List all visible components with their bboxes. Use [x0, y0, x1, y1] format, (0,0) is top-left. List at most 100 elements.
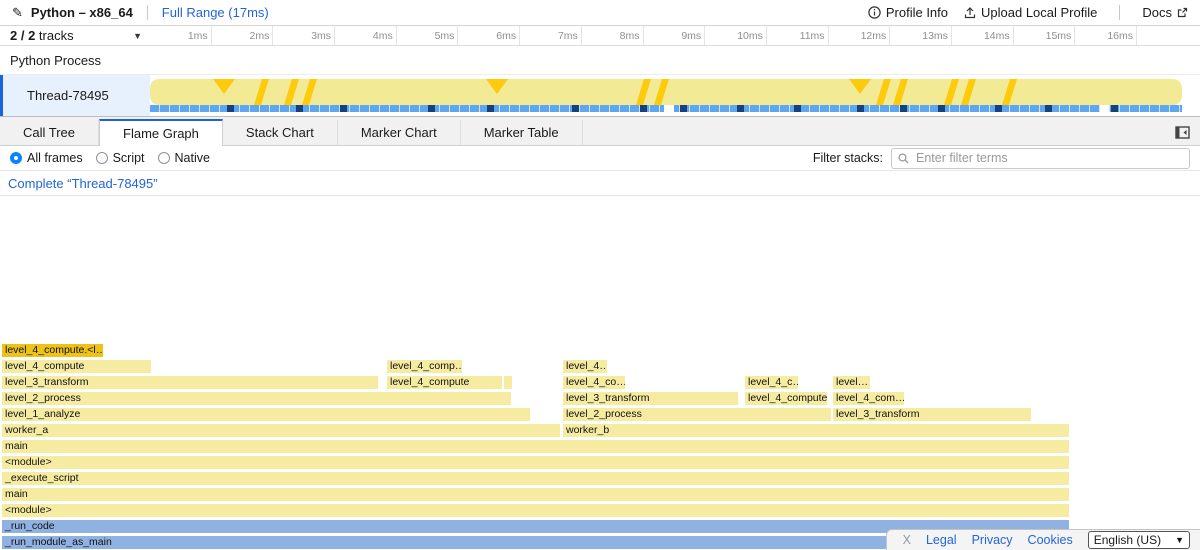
breadcrumb-complete-thread[interactable]: Complete “Thread-78495”	[8, 176, 158, 191]
ruler-tick: 16ms	[1075, 26, 1137, 45]
flame-box[interactable]: main	[2, 440, 1069, 453]
sample-marker	[857, 105, 864, 112]
sidebar-toggle-icon	[1175, 126, 1190, 139]
radio-script-label: Script	[113, 151, 145, 165]
ruler-tick: 9ms	[644, 26, 706, 45]
info-icon	[868, 6, 881, 19]
external-link-icon	[1177, 7, 1188, 18]
tracks-count: 2 / 2	[10, 28, 35, 43]
chevron-down-icon: ▼	[1175, 535, 1184, 545]
ruler-tick: 4ms	[335, 26, 397, 45]
flame-box[interactable]: _execute_script	[2, 472, 1069, 485]
upload-local-profile-button[interactable]: Upload Local Profile	[964, 5, 1097, 20]
full-range-link[interactable]: Full Range (17ms)	[162, 5, 269, 20]
flame-box[interactable]: level_3_transform	[563, 392, 738, 405]
ruler-tick: 12ms	[829, 26, 891, 45]
tab-stack-chart[interactable]: Stack Chart	[223, 120, 338, 145]
flame-box[interactable]: level_4_compute	[387, 376, 502, 389]
tracks-word: tracks	[39, 28, 74, 43]
flame-box[interactable]: level_4_compute	[745, 392, 827, 405]
profile-info-label: Profile Info	[886, 5, 948, 20]
upload-label: Upload Local Profile	[981, 5, 1097, 20]
tracks-selector[interactable]: 2 / 2 tracks ▼	[0, 26, 150, 45]
tab-call-tree[interactable]: Call Tree	[0, 120, 99, 145]
sample-marker	[680, 105, 687, 112]
docs-button[interactable]: Docs	[1142, 5, 1188, 20]
flame-box[interactable]: level_2_process	[2, 392, 511, 405]
ruler-tick: 3ms	[273, 26, 335, 45]
timeline-ruler-row: 2 / 2 tracks ▼ 1ms2ms3ms4ms5ms6ms7ms8ms9…	[0, 26, 1200, 46]
flame-box[interactable]: <module>	[2, 456, 1069, 469]
open-sidebar-button[interactable]	[1175, 126, 1190, 139]
footer-legal-link[interactable]: Legal	[926, 533, 957, 547]
sample-marker	[572, 105, 579, 112]
flame-box[interactable]: level_1_analyze	[2, 408, 530, 421]
flame-box[interactable]: main	[2, 488, 1069, 501]
ruler-tick: 14ms	[952, 26, 1014, 45]
tracks-dropdown-caret-icon[interactable]: ▼	[133, 31, 142, 41]
flame-box[interactable]: level_3_transform	[833, 408, 1031, 421]
tab-flame-graph[interactable]: Flame Graph	[99, 119, 223, 146]
flame-box[interactable]: level_4_c…	[745, 376, 798, 389]
flame-box[interactable]: level_2_process	[563, 408, 831, 421]
language-select[interactable]: English (US) ▼	[1088, 531, 1190, 549]
activity-graph-svg	[150, 77, 1182, 105]
footer-close-button[interactable]: X	[903, 533, 911, 547]
tab-marker-table[interactable]: Marker Table	[461, 120, 583, 145]
sample-marker	[640, 105, 647, 112]
flame-box[interactable]: level_4_comp…	[387, 360, 462, 373]
edit-profile-name-icon[interactable]: ✎	[12, 5, 23, 21]
filter-input-wrapper	[891, 148, 1190, 169]
flame-box[interactable]: <module>	[2, 504, 1069, 517]
thread-track[interactable]: Thread-78495	[0, 75, 1200, 117]
filter-stacks-label: Filter stacks:	[813, 151, 883, 165]
filter-area: Filter stacks:	[813, 148, 1190, 169]
radio-script[interactable]: Script	[96, 151, 145, 165]
process-track-header[interactable]: Python Process	[0, 46, 1200, 75]
radio-unselected-icon	[96, 152, 108, 164]
breadcrumb: Complete “Thread-78495”	[0, 171, 1200, 196]
flame-box[interactable]: level_4_compute	[2, 360, 151, 373]
sample-gap	[1100, 105, 1109, 112]
flame-box[interactable]: worker_b	[563, 424, 1069, 437]
search-icon	[898, 153, 909, 164]
ruler-tick: 1ms	[150, 26, 212, 45]
flame-box[interactable]: level_4_com…	[833, 392, 904, 405]
thread-label: Thread-78495	[27, 88, 109, 103]
tab-marker-chart[interactable]: Marker Chart	[338, 120, 461, 145]
flame-box[interactable]: level_4_co…	[563, 376, 625, 389]
ruler-tick: 10ms	[705, 26, 767, 45]
tracks-count-label: 2 / 2 tracks	[10, 28, 74, 43]
footer-cookies-link[interactable]: Cookies	[1028, 533, 1073, 547]
sample-marker	[995, 105, 1002, 112]
flame-box[interactable]: level_4…	[563, 360, 607, 373]
flame-box[interactable]: level_4_compute.<l…	[2, 344, 103, 357]
sample-strip[interactable]	[150, 105, 1182, 112]
ruler-tick: 2ms	[212, 26, 274, 45]
ruler-tick: 7ms	[520, 26, 582, 45]
thread-activity-graph[interactable]	[150, 77, 1182, 114]
radio-native[interactable]: Native	[158, 151, 210, 165]
radio-selected-icon	[10, 152, 22, 164]
flame-box[interactable]: worker_a	[2, 424, 560, 437]
radio-unselected-icon	[158, 152, 170, 164]
profile-info-button[interactable]: Profile Info	[868, 5, 948, 20]
radio-all-frames[interactable]: All frames	[10, 151, 83, 165]
flame-graph[interactable]: level_4_compute.<l… level_4_compute level_…	[0, 196, 1200, 550]
footer-privacy-link[interactable]: Privacy	[972, 533, 1013, 547]
ruler-tick: 11ms	[767, 26, 829, 45]
thread-track-label-cell[interactable]: Thread-78495	[0, 75, 150, 116]
sample-marker	[428, 105, 435, 112]
flame-graph-toolbar: All frames Script Native Filter stacks:	[0, 146, 1200, 171]
header-divider	[147, 5, 148, 20]
profile-name[interactable]: Python – x86_64	[31, 5, 133, 20]
sample-marker	[227, 105, 234, 112]
filter-input[interactable]	[914, 150, 1183, 166]
flame-box[interactable]: level…	[833, 376, 870, 389]
flame-box[interactable]	[504, 376, 512, 389]
header-left: ✎ Python – x86_64 Full Range (17ms)	[12, 5, 868, 21]
profiler-app: ✎ Python – x86_64 Full Range (17ms) Prof…	[0, 0, 1200, 550]
footer: X Legal Privacy Cookies English (US) ▼	[886, 529, 1200, 550]
sample-marker	[487, 105, 494, 112]
flame-box[interactable]: level_3_transform	[2, 376, 378, 389]
